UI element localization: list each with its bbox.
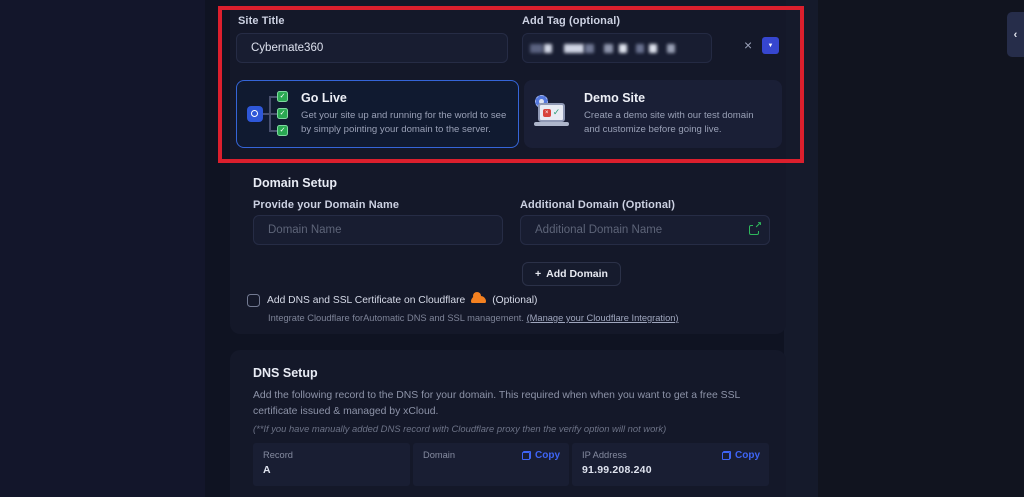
chevron-down-icon: ▼: [768, 43, 774, 49]
option-card-demo-site[interactable]: × ✓ Demo Site Create a demo site with ou…: [524, 80, 782, 148]
go-live-title: Go Live: [301, 91, 513, 105]
go-live-description: Get your site up and running for the wor…: [301, 109, 513, 137]
chevron-left-icon: ‹: [1014, 29, 1018, 41]
demo-site-description: Create a demo site with our test domain …: [584, 109, 762, 137]
cloudflare-checkbox[interactable]: [247, 294, 260, 307]
primary-domain-label: Provide your Domain Name: [253, 199, 399, 211]
site-setup-panel: Site Title Add Tag (optional) × ▼ ✓ ✓ ✓ …: [230, 0, 786, 334]
redacted-tags: [530, 44, 675, 53]
copy-domain-button[interactable]: Copy: [522, 450, 560, 461]
sidebar-collapse-toggle[interactable]: ‹: [1007, 12, 1024, 57]
tag-clear-icon[interactable]: ×: [744, 38, 752, 52]
primary-domain-input[interactable]: [253, 215, 503, 245]
dns-setup-heading: DNS Setup: [253, 366, 318, 380]
add-tag-label: Add Tag (optional): [522, 15, 620, 27]
external-link-icon[interactable]: ↗: [749, 224, 760, 235]
copy-icon: [722, 451, 731, 460]
cloudflare-icon: [471, 296, 486, 303]
dns-setup-panel: DNS Setup Add the following record to th…: [230, 350, 786, 497]
domain-setup-heading: Domain Setup: [253, 176, 337, 190]
cloudflare-integration-link[interactable]: (Manage your Cloudflare Integration): [527, 313, 679, 323]
cloudflare-checkbox-label: Add DNS and SSL Certificate on Cloudflar…: [267, 295, 537, 306]
deploy-pipeline-icon: ✓ ✓ ✓: [247, 89, 291, 139]
copy-ip-button[interactable]: Copy: [722, 450, 760, 461]
site-title-input[interactable]: [236, 33, 508, 63]
additional-domain-label: Additional Domain (Optional): [520, 199, 675, 211]
option-card-go-live[interactable]: ✓ ✓ ✓ Go Live Get your site up and runni…: [236, 80, 519, 148]
dns-record-table: Record A Domain Copy IP Address 91.99.20…: [253, 443, 769, 486]
copy-icon: [522, 451, 531, 460]
dns-record-type-cell: Record A: [253, 443, 410, 486]
demo-site-title: Demo Site: [584, 91, 762, 105]
cloudflare-help-text: Integrate Cloudflare forAutomatic DNS an…: [268, 313, 679, 323]
demo-laptop-icon: × ✓: [534, 96, 574, 132]
content-gutter: [784, 0, 818, 497]
tag-dropdown-button[interactable]: ▼: [762, 37, 779, 54]
add-domain-button[interactable]: + Add Domain: [522, 262, 621, 286]
dns-setup-note: (**If you have manually added DNS record…: [253, 423, 666, 434]
site-title-label: Site Title: [238, 15, 285, 27]
dns-ip-cell: IP Address 91.99.208.240 Copy: [572, 443, 769, 486]
dns-setup-description: Add the following record to the DNS for …: [253, 388, 771, 420]
dns-domain-cell: Domain Copy: [413, 443, 569, 486]
tag-select-field[interactable]: [522, 33, 712, 63]
plus-icon: +: [535, 268, 541, 280]
right-background: [818, 0, 1024, 497]
additional-domain-input[interactable]: [520, 215, 770, 245]
